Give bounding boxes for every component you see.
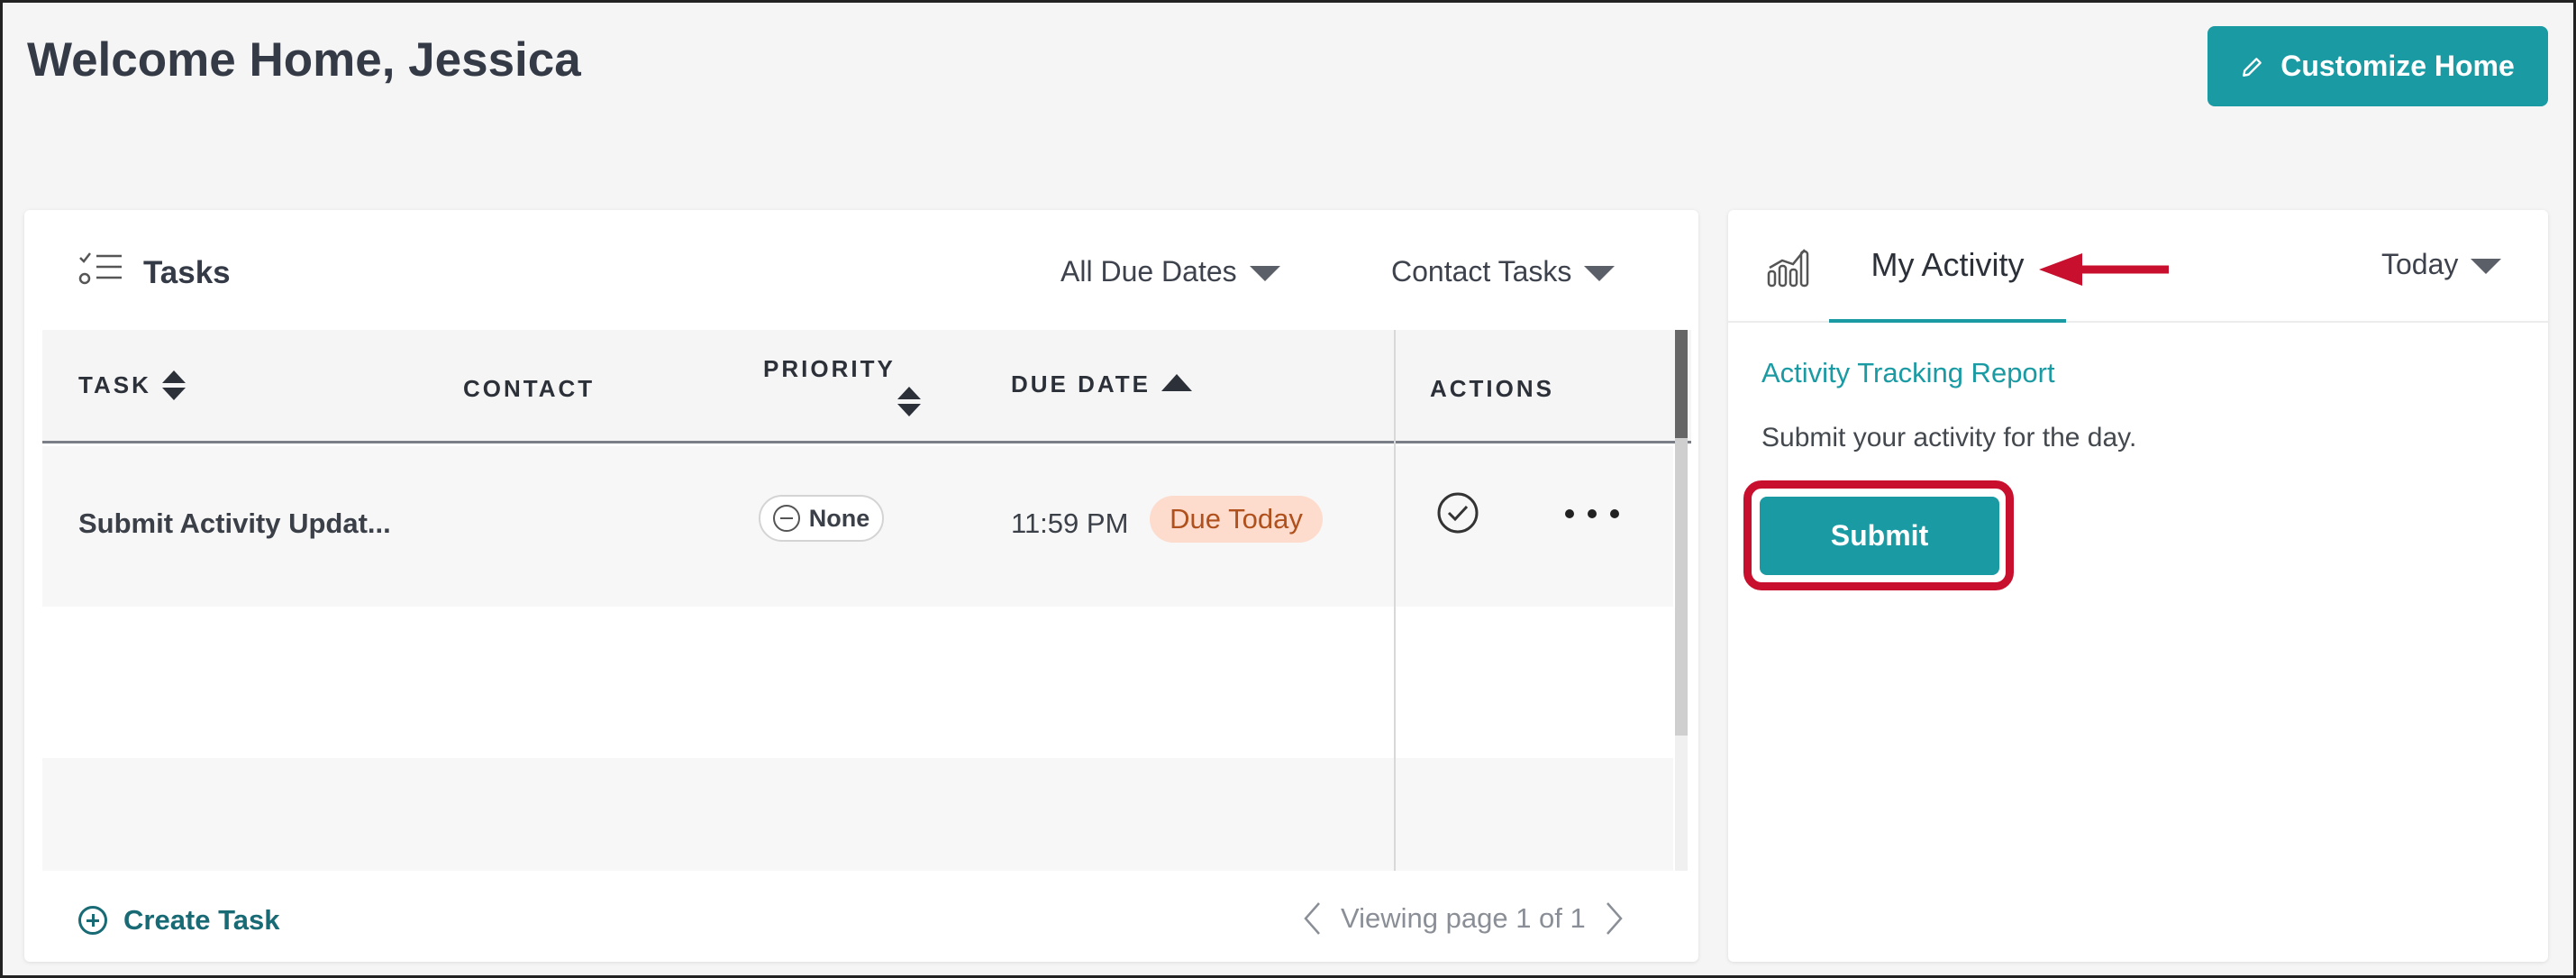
- check-circle-icon[interactable]: [1436, 491, 1479, 535]
- column-header-actions-label: ACTIONS: [1430, 375, 1554, 402]
- submit-label: Submit: [1830, 519, 1929, 552]
- sort-icon: [161, 370, 186, 400]
- due-date-filter-label: All Due Dates: [1060, 255, 1237, 288]
- tab-my-activity[interactable]: My Activity: [1829, 210, 2066, 323]
- tasks-table: TASK CONTACT PRIORITY DUE DATE ACTIONS S…: [42, 330, 1691, 871]
- pagination-label: Viewing page 1 of 1: [1341, 902, 1586, 934]
- page-title: Welcome Home, Jessica: [27, 33, 581, 87]
- create-task-label: Create Task: [123, 904, 280, 936]
- activity-card: My Activity Today Activity Tracking Repo…: [1728, 210, 2548, 962]
- column-header-contact-label: CONTACT: [463, 375, 596, 402]
- customize-home-label: Customize Home: [2280, 50, 2515, 82]
- tasks-footer: Create Task Viewing page 1 of 1: [24, 877, 1698, 958]
- column-header-due-date[interactable]: DUE DATE: [1011, 370, 1192, 398]
- minus-circle-icon: [772, 505, 800, 532]
- column-header-due-date-label: DUE DATE: [1011, 370, 1151, 398]
- activity-chart-icon: [1767, 249, 1809, 288]
- table-header: TASK CONTACT PRIORITY DUE DATE ACTIONS: [42, 330, 1691, 443]
- due-status-badge: Due Today: [1150, 496, 1323, 543]
- caret-down-icon: [1584, 266, 1616, 281]
- activity-report-link[interactable]: Activity Tracking Report: [1761, 357, 2055, 389]
- column-header-task-label: TASK: [78, 371, 151, 398]
- tasks-header: Tasks All Due Dates Contact Tasks: [24, 210, 1698, 332]
- column-header-actions: ACTIONS: [1430, 375, 1554, 403]
- submit-button[interactable]: Submit: [1760, 497, 1999, 575]
- priority-label: None: [808, 504, 870, 532]
- plus-circle-icon: [78, 906, 107, 935]
- tasks-card: Tasks All Due Dates Contact Tasks TASK C…: [24, 210, 1698, 962]
- chevron-left-icon[interactable]: [1301, 900, 1323, 937]
- scrollbar-thumb-lower[interactable]: [1675, 438, 1688, 736]
- more-actions-icon[interactable]: [1565, 496, 1619, 532]
- column-header-contact[interactable]: CONTACT: [463, 375, 595, 403]
- table-row[interactable]: Submit Activity Updat... None 11:59 PM D…: [42, 446, 1673, 607]
- date-range-label: Today: [2381, 248, 2459, 280]
- activity-header: My Activity Today: [1728, 210, 2548, 323]
- column-header-priority-label: PRIORITY: [763, 355, 896, 382]
- caret-down-icon: [2471, 259, 2502, 274]
- column-header-priority[interactable]: PRIORITY: [763, 355, 896, 383]
- pencil-icon: [2243, 57, 2262, 77]
- sort-icon[interactable]: [897, 387, 921, 416]
- caret-down-icon: [1249, 266, 1280, 281]
- sort-ascending-icon: [1161, 374, 1192, 391]
- scrollbar-thumb[interactable]: [1675, 330, 1688, 438]
- chevron-right-icon[interactable]: [1604, 900, 1625, 937]
- task-type-filter-label: Contact Tasks: [1391, 255, 1572, 288]
- annotation-arrow-icon: [2039, 253, 2169, 286]
- task-type-filter[interactable]: Contact Tasks: [1391, 255, 1616, 288]
- column-header-task[interactable]: TASK: [78, 370, 186, 400]
- pagination: Viewing page 1 of 1: [1301, 900, 1625, 937]
- task-list-icon: [78, 252, 122, 285]
- column-divider: [1394, 330, 1396, 871]
- activity-description: Submit your activity for the day.: [1761, 423, 2137, 452]
- customize-home-button[interactable]: Customize Home: [2207, 26, 2548, 106]
- tasks-title: Tasks: [143, 255, 231, 290]
- create-task-button[interactable]: Create Task: [78, 904, 279, 937]
- due-date-filter[interactable]: All Due Dates: [1060, 255, 1280, 288]
- table-row: [42, 607, 1673, 767]
- table-row: [42, 758, 1673, 871]
- date-range-dropdown[interactable]: Today: [2381, 248, 2502, 281]
- task-name[interactable]: Submit Activity Updat...: [78, 507, 391, 540]
- priority-badge: None: [759, 495, 884, 542]
- due-time: 11:59 PM: [1011, 507, 1129, 539]
- tab-my-activity-label: My Activity: [1871, 245, 2025, 283]
